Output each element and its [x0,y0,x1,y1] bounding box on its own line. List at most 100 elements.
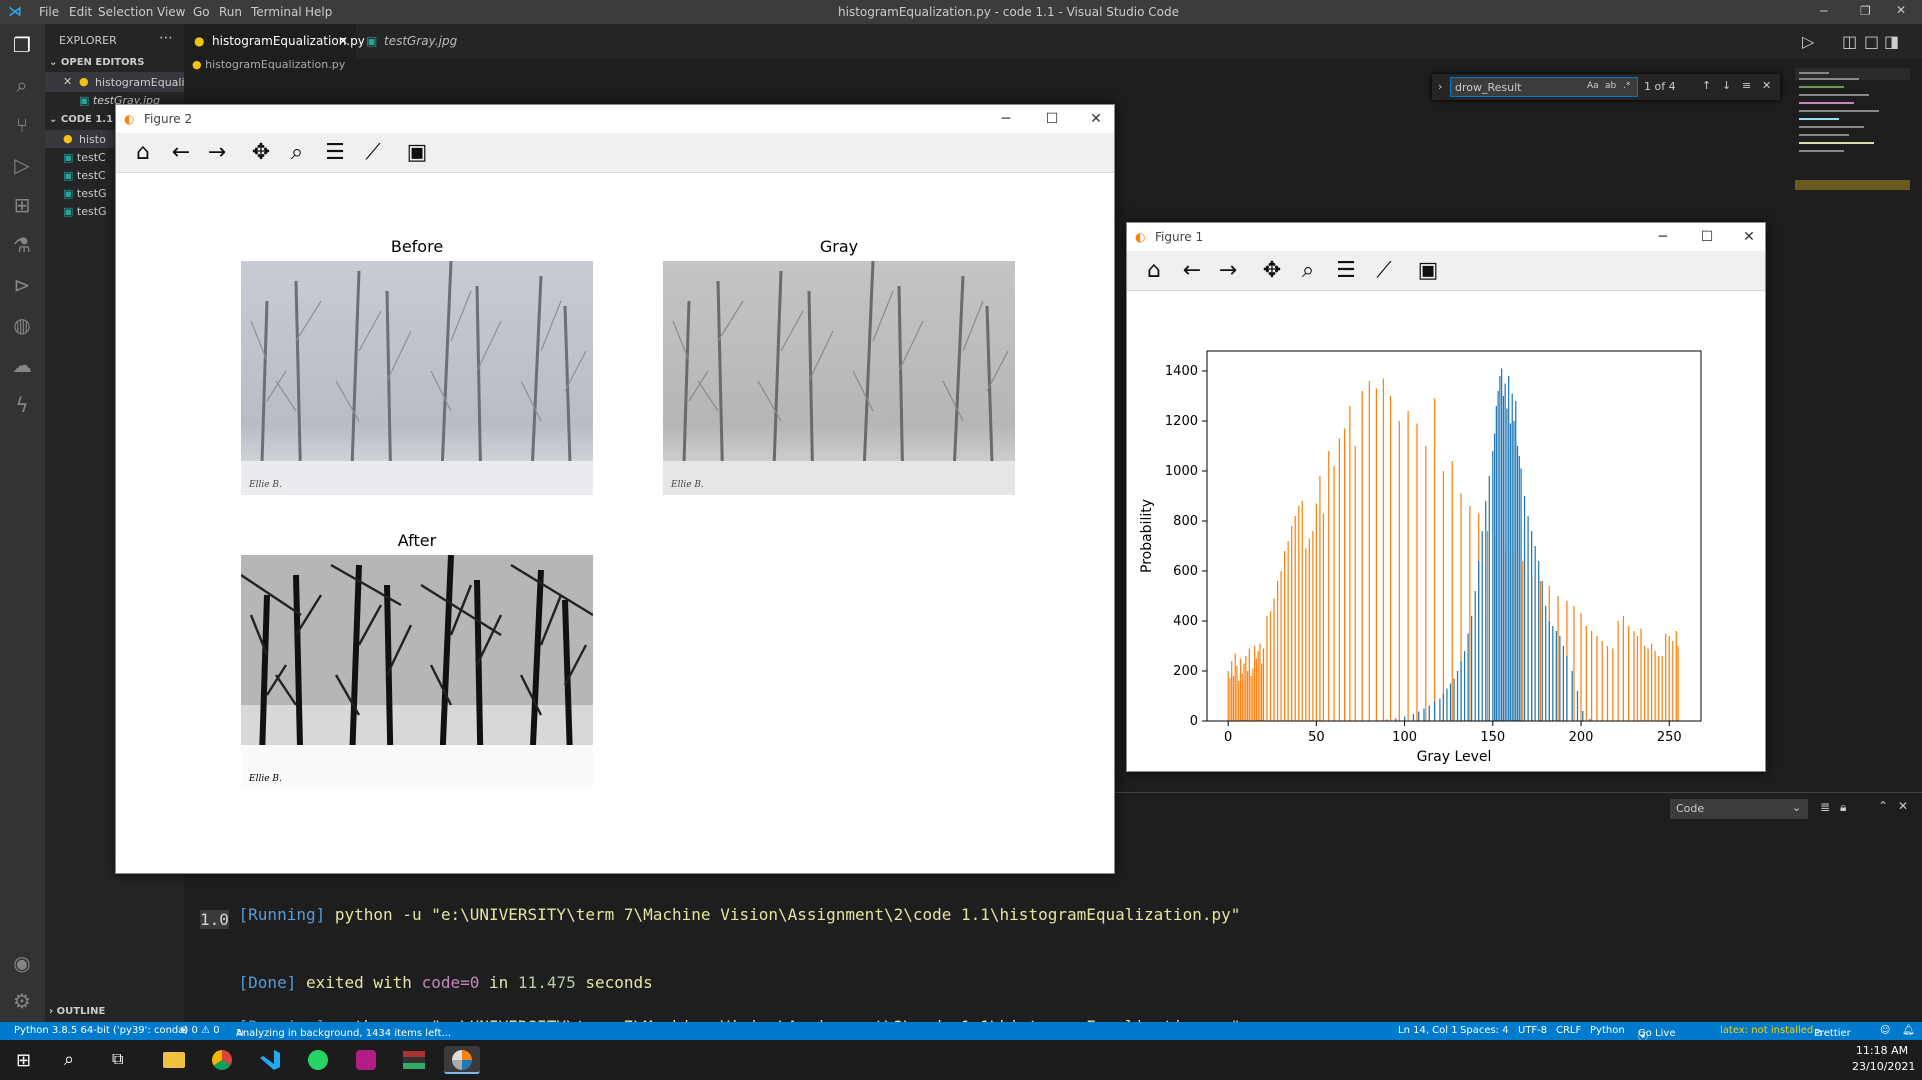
file-explorer-icon[interactable] [156,1046,192,1074]
match-word-toggle[interactable]: ab [1605,81,1616,91]
search-icon[interactable]: ⌕ [9,72,35,98]
restore-icon[interactable]: ❐ [1860,4,1871,18]
lock-icon[interactable]: 🔒︎ [1840,800,1846,815]
output-channel-select[interactable]: Code ⌄ [1670,799,1808,819]
close-icon[interactable]: ✕ [1731,223,1767,251]
tab-test-gray[interactable]: ▣ testGray.jpg [356,24,496,58]
windows-start-icon[interactable]: ⊞ [16,1050,31,1071]
chrome-icon[interactable] [204,1046,240,1074]
find-in-selection-icon[interactable]: ≡ [1742,79,1751,92]
figure1-window[interactable]: ◐ Figure 1 ─ ☐ ✕ ⌂ ← → ✥ ⌕ ☰ ⟋ ▣ 0 50 100 1… [1126,222,1766,772]
notifications-icon[interactable]: 🔔︎ [1902,1025,1915,1036]
run-file-icon[interactable]: ▷ [1802,32,1814,51]
matplotlib-app-icon[interactable] [444,1046,480,1074]
save-icon[interactable]: ▣ [1415,259,1441,285]
search-icon[interactable]: ⌕ [64,1049,74,1070]
arrow-up-icon[interactable]: ↑ [1702,79,1711,92]
menu-terminal[interactable]: Terminal [251,5,302,19]
cursor-position[interactable]: Ln 14, Col 1 [1398,1025,1458,1036]
folder-header[interactable]: ⌄ CODE 1.1 [49,114,113,125]
back-arrow-icon[interactable]: ← [1179,259,1205,285]
forward-arrow-icon[interactable]: → [204,141,230,167]
close-icon[interactable]: ✕ [1078,105,1114,133]
pan-icon[interactable]: ✥ [248,141,274,167]
more-actions-icon[interactable]: ⋯ [159,30,173,46]
forward-arrow-icon[interactable]: → [1215,259,1241,285]
arrow-down-icon[interactable]: ↓ [1722,79,1731,92]
zoom-icon[interactable]: ⌕ [1295,259,1321,285]
close-panel-icon[interactable]: ✕ [1898,799,1908,813]
split-editor-icon[interactable]: ◫ [1842,32,1857,51]
pdf-reader-icon[interactable] [348,1046,384,1074]
menu-view[interactable]: View [157,5,185,19]
encoding[interactable]: UTF-8 [1518,1025,1547,1036]
chevron-right-icon[interactable]: › [1438,80,1442,93]
home-icon[interactable]: ⌂ [130,141,156,167]
menu-file[interactable]: File [39,5,59,19]
end-of-line[interactable]: CRLF [1556,1025,1581,1036]
window-titlebar[interactable]: ◐ Figure 2 ─ ☐ ✕ [116,105,1114,133]
menu-selection[interactable]: Selection [98,5,153,19]
match-case-toggle[interactable]: Aa [1587,81,1599,91]
back-arrow-icon[interactable]: ← [168,141,194,167]
source-control-icon[interactable]: ⑂ [9,112,35,138]
maximize-panel-icon[interactable]: ⌃ [1878,799,1888,813]
window-titlebar[interactable]: ◐ Figure 1 ─ ☐ ✕ [1127,223,1765,251]
clock[interactable]: 11:18 AM 23/10/2021 [1852,1044,1915,1073]
home-icon[interactable]: ⌂ [1141,259,1167,285]
problems-count[interactable]: ⊗ 0 ⚠ 0 [180,1025,220,1036]
vscode-icon[interactable] [252,1046,288,1074]
pan-icon[interactable]: ✥ [1259,259,1285,285]
close-icon[interactable]: ✕ [1762,79,1771,92]
save-icon[interactable]: ▣ [404,141,430,167]
latex-status[interactable]: latex: not installed [1720,1025,1813,1036]
toggle-panel-icon[interactable]: □ [1864,32,1879,51]
docker-icon[interactable]: ☁ [9,352,35,378]
remote-icon[interactable]: ⊳ [9,272,35,298]
minimize-icon[interactable]: ─ [988,105,1024,133]
menu-run[interactable]: Run [219,5,242,19]
file-item[interactable]: ▣ testC [63,151,106,164]
whatsapp-icon[interactable] [300,1046,336,1074]
media-app-icon[interactable] [396,1046,432,1074]
outline-header[interactable]: › OUTLINE [49,1006,105,1017]
minimize-icon[interactable]: ─ [1645,223,1681,251]
regex-toggle[interactable]: .* [1623,81,1630,91]
open-editor-item[interactable]: ✕ ● histogramEquali... [45,72,195,92]
minimize-icon[interactable]: ─ [1820,4,1827,18]
task-view-icon[interactable]: ⧉ [112,1049,123,1069]
indentation[interactable]: Spaces: 4 [1460,1025,1509,1036]
files-icon[interactable]: ❐ [9,32,35,58]
lightning-icon[interactable]: ϟ [9,392,35,418]
zoom-icon[interactable]: ⌕ [284,141,310,167]
menu-edit[interactable]: Edit [69,5,92,19]
extensions-icon[interactable]: ⊞ [9,192,35,218]
maximize-icon[interactable]: ☐ [1689,223,1725,251]
edit-axis-icon[interactable]: ⟋ [1371,259,1397,285]
feedback-icon[interactable]: ☺ [1880,1025,1890,1036]
edit-axis-icon[interactable]: ⟋ [360,141,386,167]
python-interpreter[interactable]: Python 3.8.5 64-bit ('py39': conda) [14,1025,188,1036]
menu-go[interactable]: Go [193,5,210,19]
settings-gear-icon[interactable]: ⚙ [9,988,35,1014]
find-input[interactable]: drow_Result Aa ab .* [1450,77,1638,97]
file-item[interactable]: ▣ testG [63,187,107,200]
open-editors-header[interactable]: ⌄ OPEN EDITORS [49,57,144,68]
close-icon[interactable]: ✕ [63,75,72,88]
close-icon[interactable]: ✕ [1896,3,1906,17]
globe-icon[interactable]: ◍ [9,312,35,338]
layout-icon[interactable]: ◨ [1884,32,1899,51]
tab-histogram-equalization[interactable]: ● histogramEqualization.py ✕ [184,24,365,58]
close-tab-icon[interactable]: ✕ [338,24,348,58]
file-item[interactable]: ▣ testG [63,205,107,218]
clear-output-icon[interactable]: ≣ [1820,800,1830,814]
testing-icon[interactable]: ⚗ [9,232,35,258]
menu-help[interactable]: Help [305,5,332,19]
run-debug-icon[interactable]: ▷ [9,152,35,178]
minimap[interactable] [1795,68,1910,208]
configure-subplots-icon[interactable]: ☰ [1333,259,1359,285]
maximize-icon[interactable]: ☐ [1034,105,1070,133]
file-item[interactable]: ▣ testC [63,169,106,182]
language-mode[interactable]: Python [1590,1025,1625,1036]
figure2-window[interactable]: ◐ Figure 2 ─ ☐ ✕ ⌂ ← → ✥ ⌕ ☰ ⟋ ▣ Before … [115,104,1115,874]
